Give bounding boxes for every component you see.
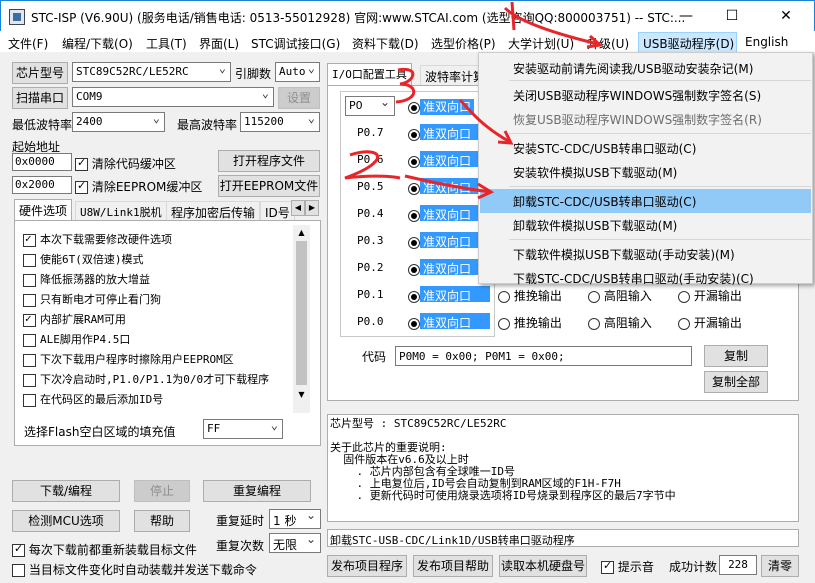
arrow-two-path — [458, 98, 511, 144]
arrow-one-path — [503, 6, 599, 46]
annotation-overlay — [344, 1, 604, 200]
annotation-one-stroke — [510, 1, 516, 31]
arrow-three-path — [404, 174, 491, 194]
annotation-two-stroke — [344, 150, 401, 180]
annotation-three-stroke — [395, 67, 416, 104]
